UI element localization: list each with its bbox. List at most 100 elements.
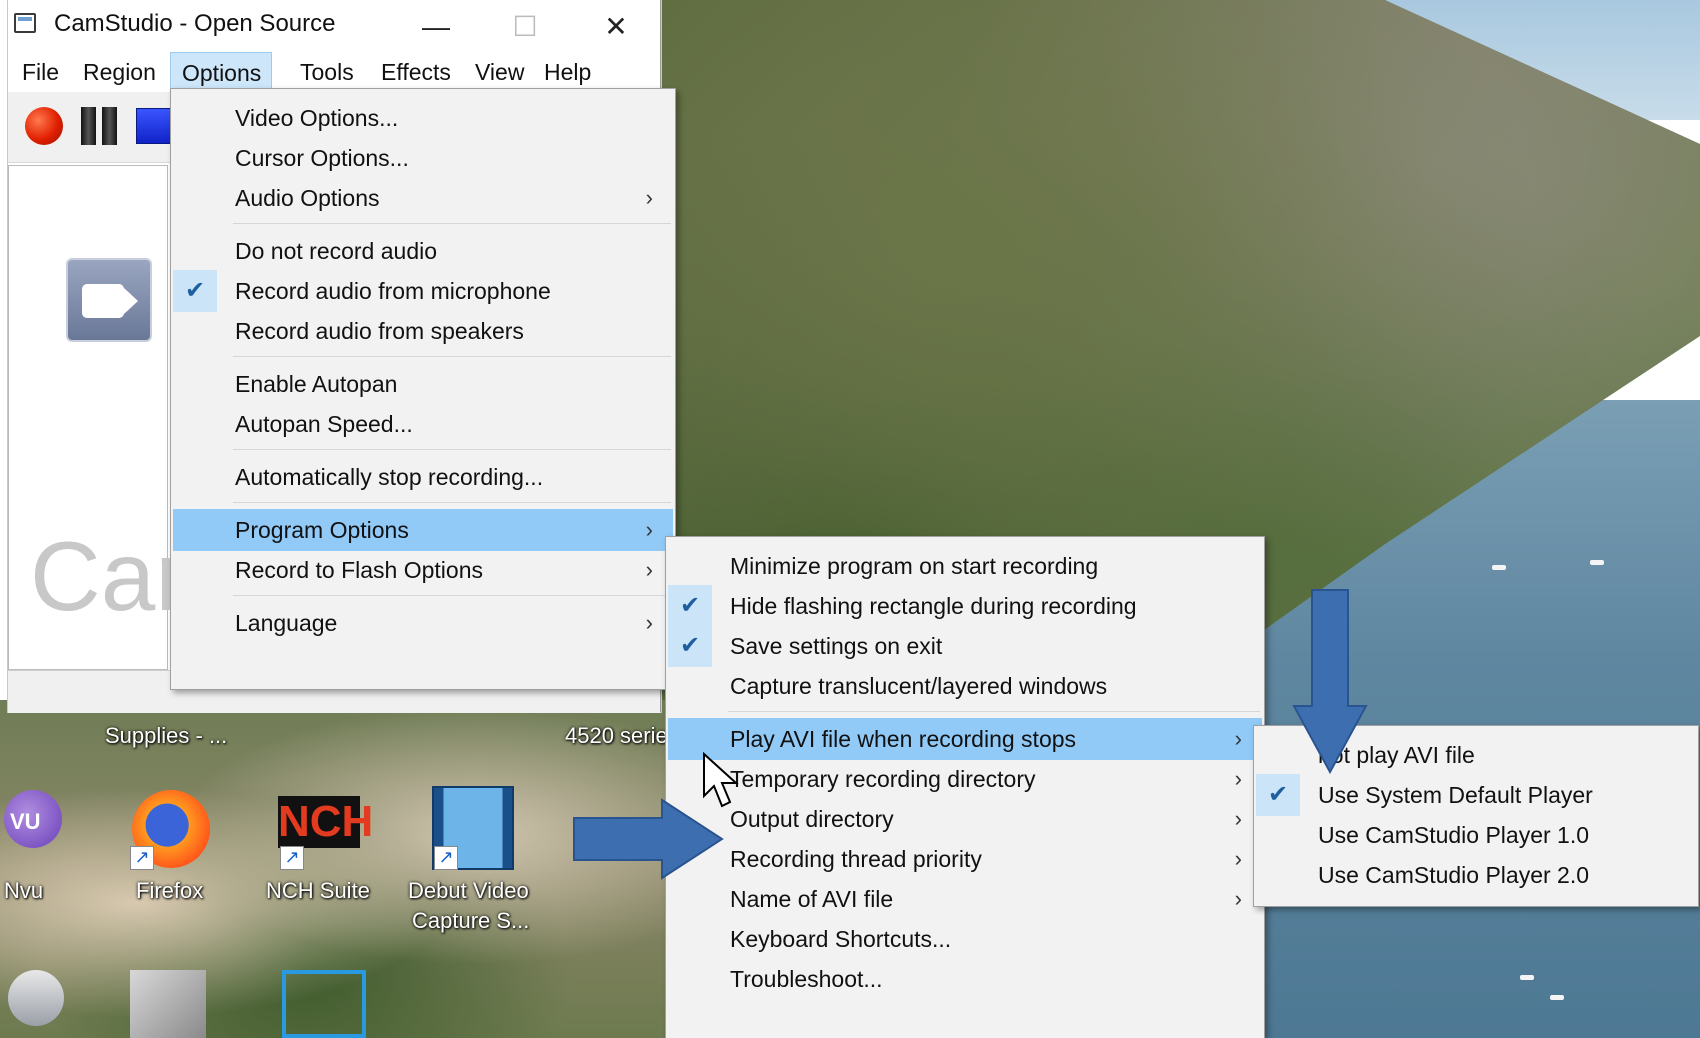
globe-icon[interactable] (8, 970, 64, 1026)
title-bar[interactable]: CamStudio - Open Source — ☐ ✕ (8, 0, 660, 52)
chevron-right-icon: › (1234, 726, 1242, 751)
desktop-icon-label-debut[interactable]: Debut Video (408, 878, 529, 904)
chevron-right-icon: › (1234, 846, 1242, 871)
boat-image (1550, 995, 1564, 1000)
options-menu-item-label: Enable Autopan (235, 371, 398, 397)
program-options-item[interactable]: Output directory › (668, 798, 1262, 840)
play-avi-item-label: Use CamStudio Player 1.0 (1318, 822, 1590, 848)
program-options-item-label: Recording thread priority (730, 846, 982, 872)
desktop-icon-label-nch[interactable]: NCH Suite (266, 878, 370, 904)
options-menu-item[interactable]: Program Options › (173, 509, 673, 551)
shortcut-arrow-icon: ↗ (434, 846, 458, 870)
checkmark-icon: ✔ (173, 270, 217, 312)
checkmark-icon: ✔ (668, 585, 712, 627)
play-avi-item-label: Use CamStudio Player 2.0 (1318, 862, 1590, 888)
options-menu-item-label: Language (235, 610, 338, 636)
minimize-button[interactable]: — (406, 6, 466, 48)
options-menu-item[interactable]: Automatically stop recording... (173, 456, 673, 498)
options-menu-item[interactable]: ✔ Record audio from microphone (173, 270, 673, 312)
options-menu-item[interactable]: Cursor Options... (173, 137, 673, 179)
menu-separator (233, 356, 671, 357)
options-menu-item[interactable]: Record audio from speakers (173, 310, 673, 352)
camera-logo-icon (66, 258, 152, 342)
program-options-item-label: Minimize program on start recording (730, 553, 1099, 579)
annotation-arrow-down-icon (1292, 589, 1368, 775)
boat-image (1492, 565, 1506, 570)
menu-file[interactable]: File (16, 52, 65, 92)
program-options-item-label: Troubleshoot... (730, 966, 883, 992)
window-title: CamStudio - Open Source (54, 10, 336, 37)
program-options-item[interactable]: Play AVI file when recording stops › (668, 718, 1262, 760)
nch-suite-icon[interactable]: NCH (278, 796, 373, 848)
menu-tools[interactable]: Tools (294, 52, 360, 92)
program-options-item[interactable]: Name of AVI file › (668, 878, 1262, 920)
program-options-item-label: Play AVI file when recording stops (730, 726, 1077, 752)
program-options-item-label: Output directory (730, 806, 894, 832)
menu-separator (233, 595, 671, 596)
chevron-right-icon: › (1234, 806, 1242, 831)
chevron-right-icon: › (645, 517, 653, 542)
play-avi-item[interactable]: Use CamStudio Player 1.0 (1256, 814, 1696, 856)
options-menu-item[interactable]: Video Options... (173, 97, 673, 139)
options-menu-item[interactable]: Do not record audio (173, 230, 673, 272)
boat-image (1590, 560, 1604, 565)
options-menu-item[interactable]: Autopan Speed... (173, 403, 673, 445)
program-options-item[interactable]: Troubleshoot... (668, 958, 1262, 1000)
options-menu-item[interactable]: Language › (173, 602, 673, 644)
options-menu-item-label: Do not record audio (235, 238, 438, 264)
chevron-right-icon: › (645, 557, 653, 582)
options-menu-item-label: Audio Options (235, 185, 380, 211)
options-menu-item-label: Automatically stop recording... (235, 464, 544, 490)
program-options-item-label: Name of AVI file (730, 886, 894, 912)
maximize-button[interactable]: ☐ (495, 6, 555, 48)
app-window-icon[interactable] (282, 970, 366, 1038)
menu-help[interactable]: Help (538, 52, 597, 92)
shortcut-arrow-icon: ↗ (130, 846, 154, 870)
options-menu-item[interactable]: Audio Options › (173, 177, 673, 219)
program-options-item-label: Temporary recording directory (730, 766, 1036, 792)
pause-button[interactable] (81, 107, 119, 145)
play-avi-item[interactable]: ✔ Use System Default Player (1256, 774, 1696, 816)
program-options-item[interactable]: Minimize program on start recording (668, 545, 1262, 587)
program-options-item-label: Hide flashing rectangle during recording (730, 593, 1137, 619)
menu-effects[interactable]: Effects (375, 52, 457, 92)
chevron-right-icon: › (645, 610, 653, 635)
options-menu-item-label: Cursor Options... (235, 145, 409, 171)
program-options-item[interactable]: ✔ Hide flashing rectangle during recordin… (668, 585, 1262, 627)
options-menu-item-label: Video Options... (235, 105, 399, 131)
program-options-item[interactable]: ✔ Save settings on exit (668, 625, 1262, 667)
program-options-item[interactable]: Recording thread priority › (668, 838, 1262, 880)
options-menu-item-label: Record audio from microphone (235, 278, 551, 304)
app-icon (14, 13, 36, 33)
options-menu-item[interactable]: Enable Autopan (173, 363, 673, 405)
desktop-icon-label[interactable]: 4520 serie (565, 723, 668, 749)
desktop-icon-label[interactable]: Supplies - ... (105, 723, 227, 749)
play-avi-item-label: Use System Default Player (1318, 782, 1593, 808)
desktop-icon-label-debut-2[interactable]: Capture S... (412, 908, 529, 934)
mouse-cursor-icon (703, 752, 739, 808)
program-options-item[interactable]: Keyboard Shortcuts... (668, 918, 1262, 960)
chevron-right-icon: › (1234, 766, 1242, 791)
background-logo-text: Car (30, 521, 188, 631)
shortcut-arrow-icon: ↗ (280, 846, 304, 870)
program-options-item[interactable]: Temporary recording directory › (668, 758, 1262, 800)
record-button[interactable] (25, 107, 63, 145)
play-avi-item[interactable]: Use CamStudio Player 2.0 (1256, 854, 1696, 896)
options-menu-item[interactable]: Record to Flash Options › (173, 549, 673, 591)
desktop-icon-label-firefox[interactable]: Firefox (136, 878, 203, 904)
nvu-icon-text: VU (10, 809, 41, 834)
program-options-item-label: Keyboard Shortcuts... (730, 926, 952, 952)
desktop-icon-label-nvu[interactable]: Nvu (4, 878, 43, 904)
checkmark-icon: ✔ (668, 625, 712, 667)
menu-options[interactable]: Options (170, 52, 272, 92)
stop-button[interactable] (136, 108, 172, 144)
menu-view[interactable]: View (469, 52, 530, 92)
program-options-item[interactable]: Capture translucent/layered windows (668, 665, 1262, 707)
options-menu-item-label: Record audio from speakers (235, 318, 524, 344)
menu-region[interactable]: Region (77, 52, 162, 92)
options-dropdown-menu: Video Options... Cursor Options... Audio O… (170, 88, 676, 690)
menu-separator (728, 711, 1260, 712)
setup-icon[interactable] (130, 970, 206, 1038)
boat-image (1520, 975, 1534, 980)
close-button[interactable]: ✕ (586, 6, 646, 48)
